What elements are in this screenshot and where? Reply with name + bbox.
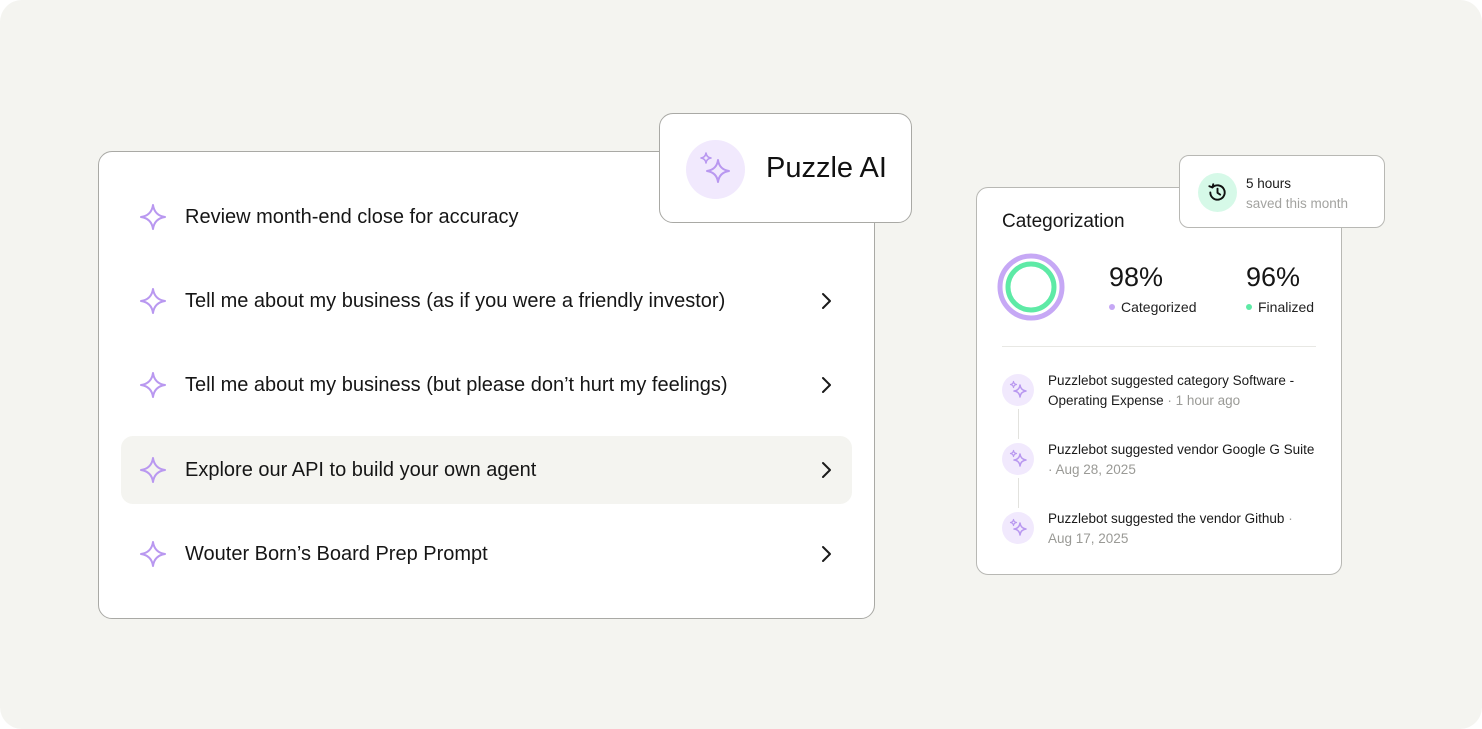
prompt-item-friendly-investor[interactable]: Tell me about my business (as if you wer…	[121, 267, 852, 335]
sparkle-icon	[1009, 380, 1027, 398]
history-icon-circle	[1198, 173, 1237, 212]
chevron-right-icon	[822, 293, 831, 309]
prompt-item-board-prep[interactable]: Wouter Born’s Board Prep Prompt	[121, 520, 852, 588]
chevron-right-icon	[822, 462, 831, 478]
legend-dot	[1109, 304, 1115, 310]
divider	[1002, 346, 1316, 347]
puzzle-ai-badge: Puzzle AI	[659, 113, 912, 223]
stat-categorized: 98% Categorized	[1109, 262, 1197, 315]
stat-label: Categorized	[1121, 299, 1197, 315]
activity-description: Puzzlebot suggested the vendor Github	[1048, 511, 1285, 526]
ai-icon-circle	[686, 140, 745, 199]
categorization-donut	[997, 253, 1065, 321]
stat-legend: Finalized	[1246, 299, 1314, 315]
prompt-item-explore-api[interactable]: Explore our API to build your own agent	[121, 436, 852, 504]
sparkle-icon	[140, 288, 166, 314]
stat-legend: Categorized	[1109, 299, 1197, 315]
chevron-right-icon	[822, 377, 831, 393]
activity-text: Puzzlebot suggested category Software - …	[1048, 371, 1316, 411]
prompt-label: Tell me about my business (but please do…	[185, 373, 728, 396]
activity-description: Puzzlebot suggested vendor Google G Suit…	[1048, 442, 1315, 457]
sparkle-icon	[140, 541, 166, 567]
sparkle-icon	[140, 204, 166, 230]
hours-caption: saved this month	[1246, 196, 1349, 211]
history-icon	[1208, 183, 1226, 201]
hours-saved-badge: 5 hours saved this month	[1179, 155, 1385, 228]
stat-percent: 98%	[1109, 262, 1164, 292]
prompt-label: Explore our API to build your own agent	[185, 458, 537, 481]
prompt-item-hurt-feelings[interactable]: Tell me about my business (but please do…	[121, 351, 852, 419]
stat-finalized: 96% Finalized	[1246, 262, 1314, 315]
sparkle-icon	[1009, 449, 1027, 467]
activity-text: Puzzlebot suggested vendor Google G Suit…	[1048, 440, 1316, 480]
timeline-connector	[1018, 478, 1019, 508]
categorization-card: Categorization 98% Categorized 96% Final…	[976, 187, 1342, 575]
activity-time: · 1 hour ago	[1167, 393, 1241, 408]
prompt-label: Review month-end close for accuracy	[185, 205, 519, 228]
sparkle-icon	[140, 372, 166, 398]
puzzle-ai-title: Puzzle AI	[766, 152, 887, 184]
card-title: Categorization	[1002, 211, 1125, 232]
legend-dot	[1246, 304, 1252, 310]
prompt-label: Tell me about my business (as if you wer…	[185, 289, 726, 312]
puzzlebot-avatar	[1002, 374, 1034, 406]
puzzlebot-avatar	[1002, 443, 1034, 475]
activity-time: · Aug 28, 2025	[1048, 462, 1136, 477]
hours-value: 5 hours	[1246, 176, 1292, 191]
timeline-connector	[1018, 409, 1019, 439]
prompt-label: Wouter Born’s Board Prep Prompt	[185, 542, 488, 565]
sparkle-icon	[1009, 518, 1027, 536]
stat-percent: 96%	[1246, 262, 1301, 292]
activity-text: Puzzlebot suggested the vendor Github · …	[1048, 509, 1316, 549]
sparkle-icon	[700, 152, 730, 183]
chevron-right-icon	[822, 546, 831, 562]
puzzlebot-avatar	[1002, 512, 1034, 544]
stat-label: Finalized	[1258, 299, 1315, 315]
sparkle-icon	[140, 457, 166, 483]
